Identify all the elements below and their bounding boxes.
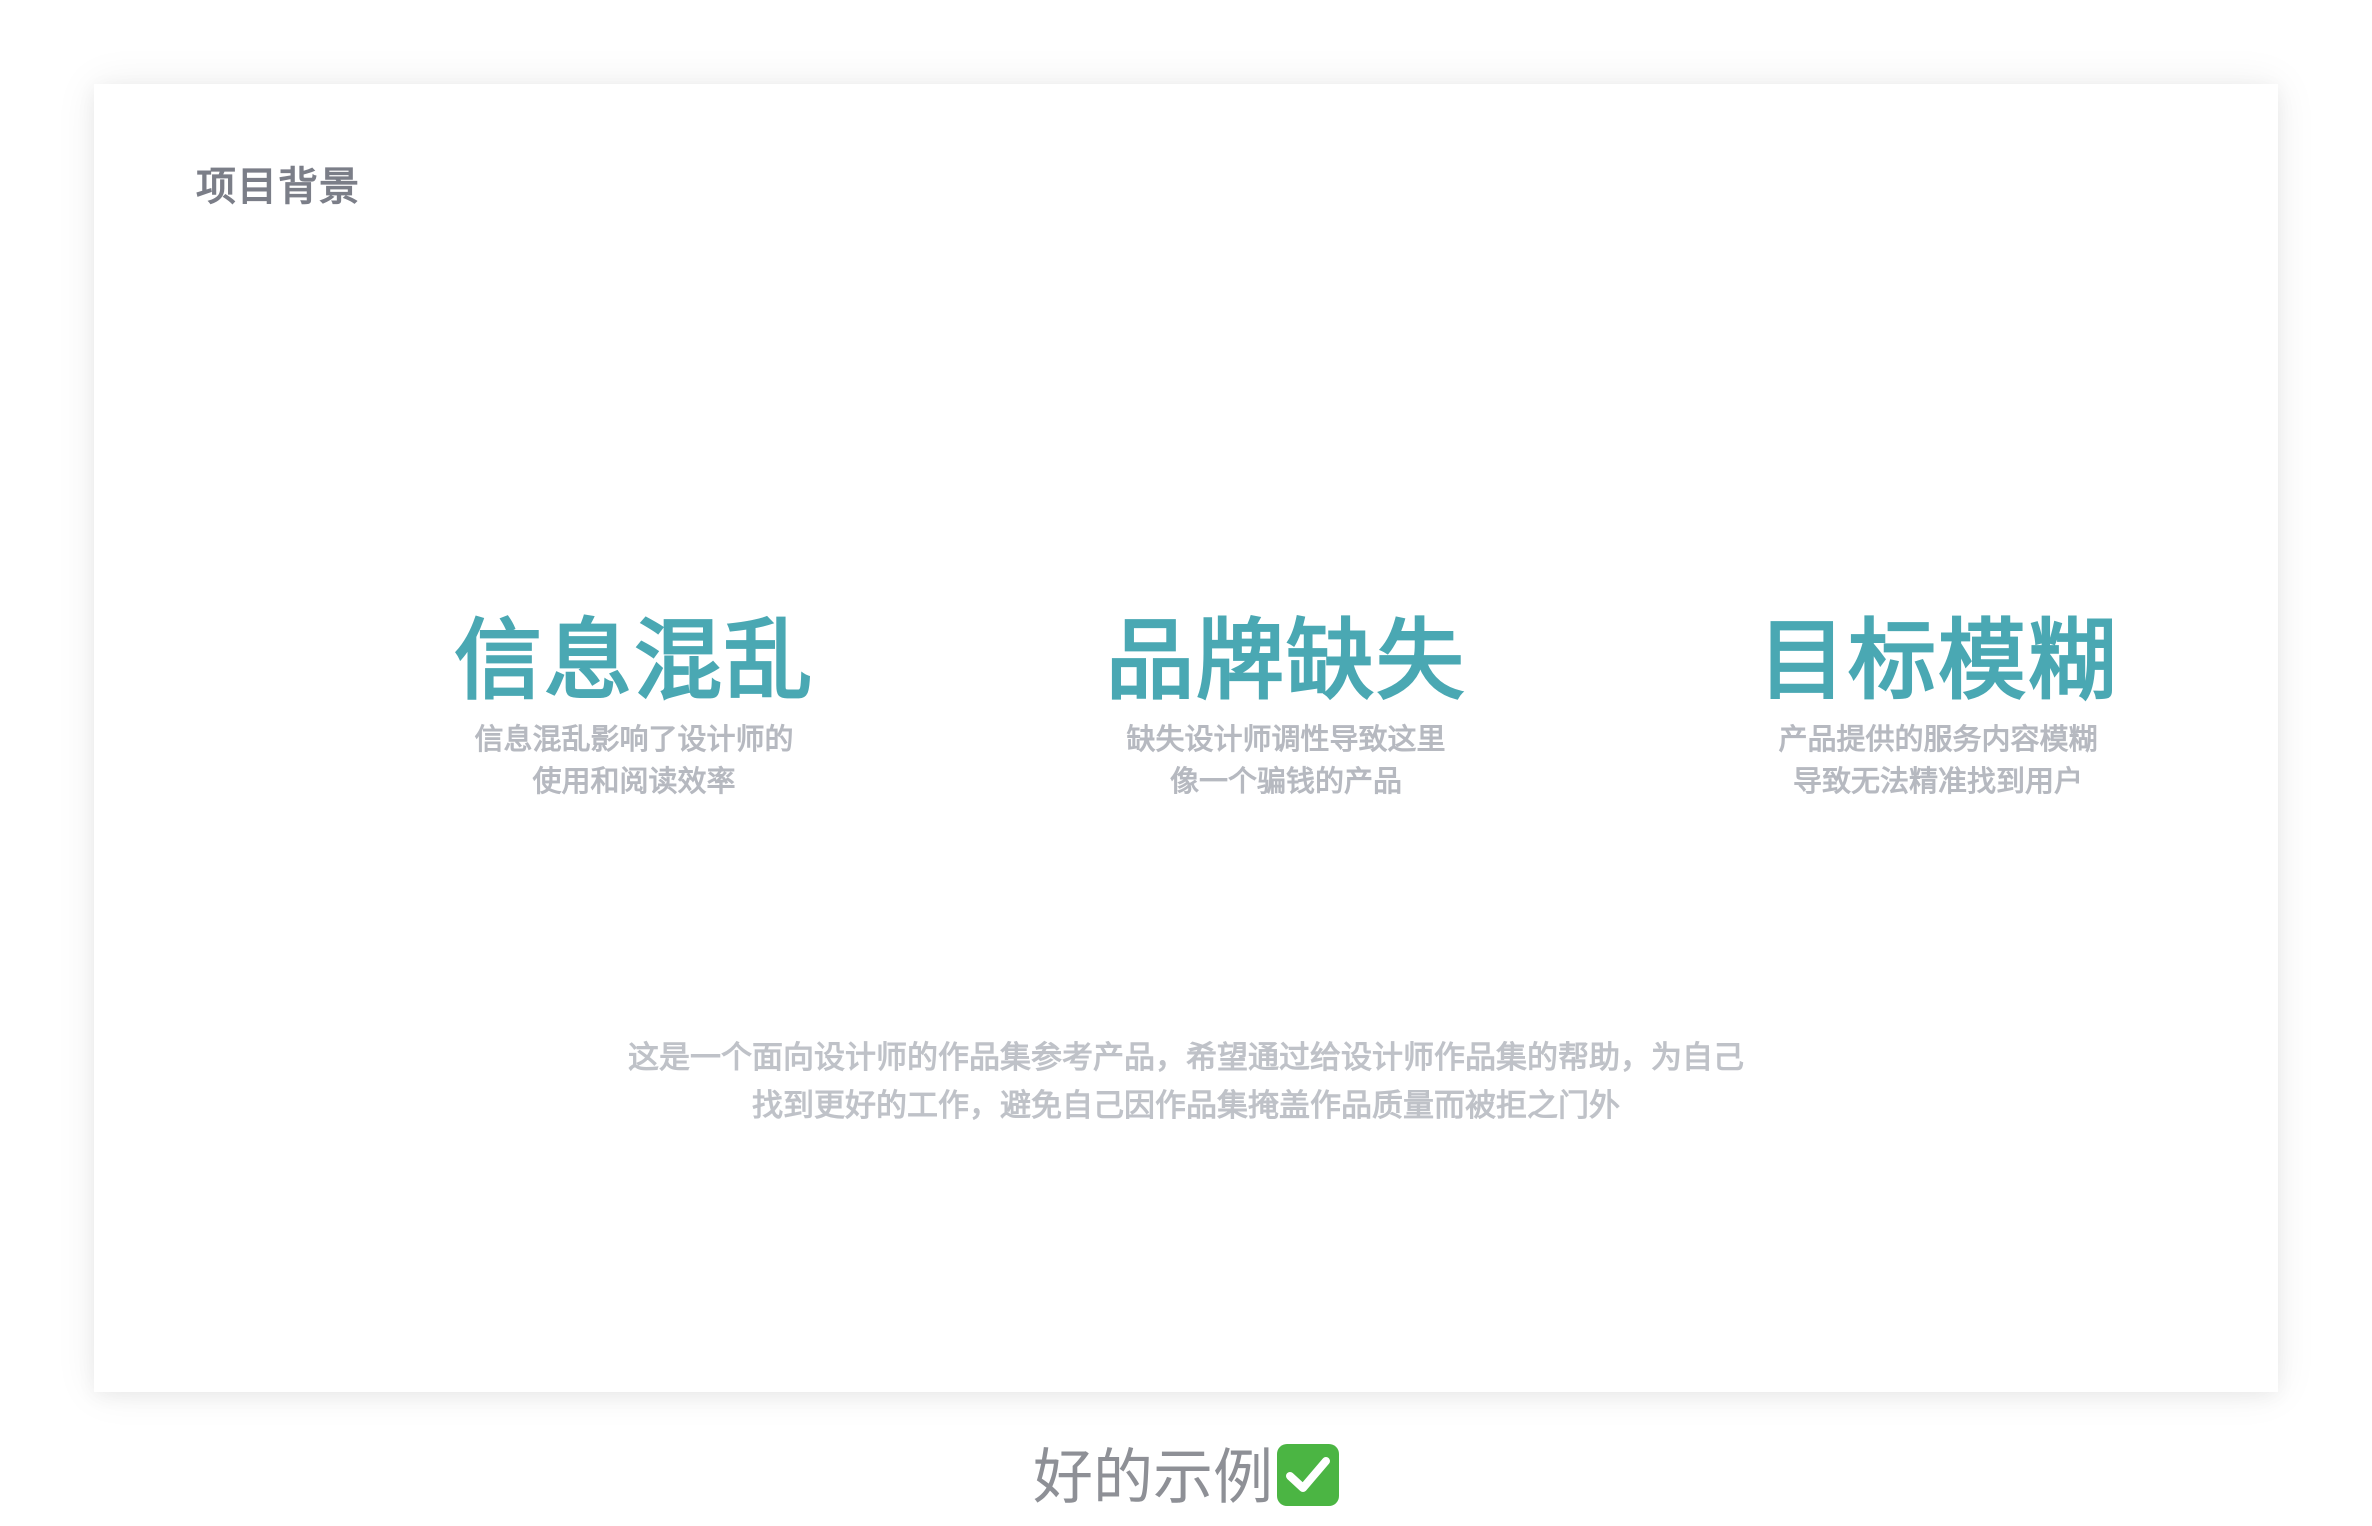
feature-item-brand-missing: 品牌缺失 缺失设计师调性导致这里 像一个骗钱的产品 [1076, 606, 1496, 802]
feature-title: 信息混乱 [453, 609, 814, 712]
feature-list: 信息混乱 信息混乱影响了设计师的 使用和阅读效率 品牌缺失 缺失设计师调性导致这… [94, 606, 2278, 806]
check-mark-icon [1277, 1444, 1339, 1506]
feature-desc-line1: 信息混乱影响了设计师的 [474, 722, 794, 756]
slide-card: 项目背景 信息混乱 信息混乱影响了设计师的 使用和阅读效率 品牌缺失 缺失设计师… [94, 84, 2278, 1392]
feature-item-info-chaos: 信息混乱 信息混乱影响了设计师的 使用和阅读效率 [424, 606, 844, 802]
feature-desc-line2: 像一个骗钱的产品 [1169, 764, 1402, 798]
caption-text: 好的示例 [1033, 1443, 1273, 1513]
summary-line1: 这是一个面向设计师的作品集参考产品，希望通过给设计师作品集的帮助，为自己 [628, 1040, 1744, 1076]
feature-desc-line2: 导致无法精准找到用户 [1792, 764, 2083, 798]
feature-desc-line1: 产品提供的服务内容模糊 [1778, 722, 2098, 756]
feature-title: 目标模糊 [1757, 609, 2118, 712]
summary-line2: 找到更好的工作，避免自己因作品集掩盖作品质量而被拒之门外 [752, 1088, 1620, 1124]
summary-text: 这是一个面向设计师的作品集参考产品，希望通过给设计师作品集的帮助，为自己 找到更… [386, 1034, 1986, 1130]
feature-item-target-blurry: 目标模糊 产品提供的服务内容模糊 导致无法精准找到用户 [1728, 606, 2148, 802]
feature-title: 品牌缺失 [1105, 609, 1466, 712]
page: 项目背景 信息混乱 信息混乱影响了设计师的 使用和阅读效率 品牌缺失 缺失设计师… [0, 0, 2372, 1526]
feature-desc-line1: 缺失设计师调性导致这里 [1126, 722, 1446, 756]
feature-desc-line2: 使用和阅读效率 [532, 764, 736, 798]
caption: 好的示例 [0, 1438, 2372, 1518]
section-title: 项目背景 [196, 164, 360, 210]
